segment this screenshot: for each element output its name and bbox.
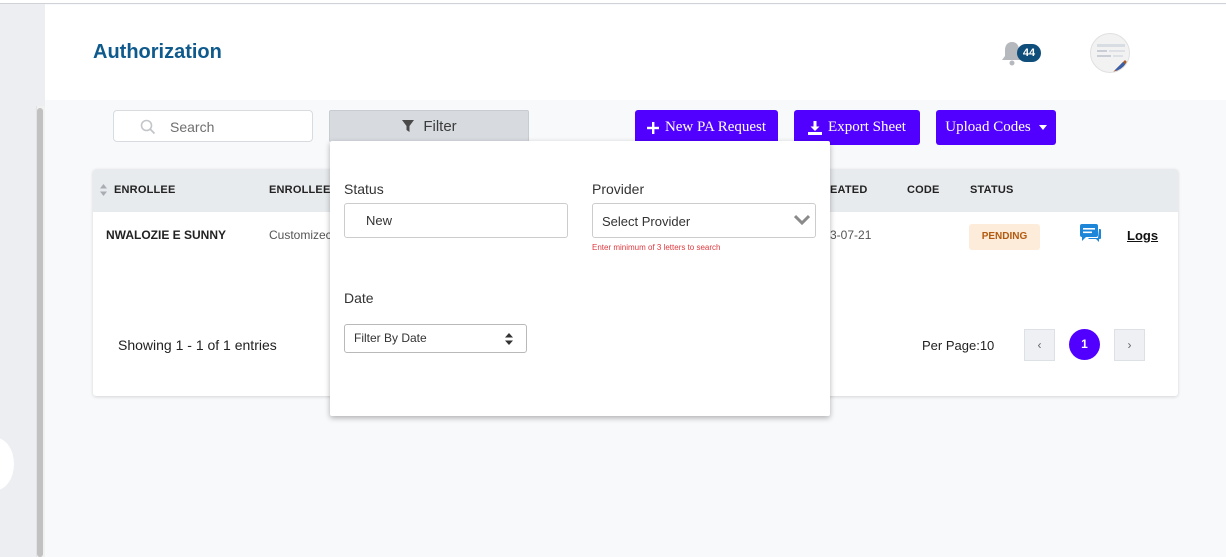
chat-icon[interactable]: [1079, 224, 1101, 244]
column-header-enrollee-id[interactable]: ENROLLEE I: [269, 184, 337, 196]
column-header-enrollee[interactable]: ENROLLEE: [114, 184, 176, 196]
page-header: [45, 5, 1226, 100]
download-icon: [808, 120, 823, 135]
status-badge: PENDING: [969, 224, 1040, 250]
column-header-created[interactable]: EATED: [830, 184, 867, 196]
entries-summary: Showing 1 - 1 of 1 entries: [118, 337, 277, 353]
date-filter-label: Date: [344, 290, 374, 306]
pagination-prev-button[interactable]: ‹: [1024, 329, 1055, 361]
provider-select[interactable]: Select Provider: [592, 203, 816, 238]
per-page-selector[interactable]: Per Page:10: [922, 338, 994, 353]
pagination-next-button[interactable]: ›: [1114, 329, 1145, 361]
notification-badge: 44: [1017, 44, 1041, 62]
export-sheet-button[interactable]: Export Sheet: [794, 110, 920, 145]
column-header-status[interactable]: STATUS: [970, 184, 1014, 196]
provider-hint: Enter minimum of 3 letters to search: [592, 243, 721, 252]
new-pa-request-label: New PA Request: [664, 119, 767, 135]
avatar[interactable]: [1090, 33, 1130, 73]
status-filter-input[interactable]: New: [344, 203, 568, 238]
page-title: Authorization: [93, 41, 222, 63]
cell-created-date: 3-07-21: [830, 228, 872, 242]
sort-icon[interactable]: [100, 184, 107, 196]
upload-codes-button[interactable]: Upload Codes: [936, 110, 1056, 145]
export-sheet-label: Export Sheet: [828, 119, 906, 135]
provider-filter-label: Provider: [592, 181, 645, 197]
upload-codes-label: Upload Codes: [945, 119, 1031, 135]
cell-enrollee-name: NWALOZIE E SUNNY: [106, 228, 227, 242]
search-box[interactable]: [113, 110, 313, 142]
filter-icon: [402, 120, 415, 132]
caret-down-icon: [1038, 125, 1047, 130]
cell-enrollee-id: Customizec: [269, 228, 332, 242]
updown-icon: [505, 333, 513, 345]
search-input[interactable]: [170, 117, 300, 137]
plus-icon: [646, 121, 659, 134]
pagination-page-1[interactable]: 1: [1069, 329, 1100, 360]
avatar-image: [1097, 44, 1129, 72]
filter-button-label: Filter: [423, 117, 457, 135]
filter-dropdown-panel: [330, 141, 830, 416]
logs-link[interactable]: Logs: [1127, 228, 1158, 243]
search-icon: [140, 119, 156, 135]
new-pa-request-button[interactable]: New PA Request: [635, 110, 778, 145]
scrollbar-thumb[interactable]: [37, 108, 43, 557]
date-filter-select[interactable]: Filter By Date: [344, 324, 527, 353]
status-filter-label: Status: [344, 181, 384, 197]
filter-button[interactable]: Filter: [329, 110, 529, 142]
chevron-down-icon: [794, 214, 810, 226]
top-border: [0, 0, 1226, 4]
column-header-code[interactable]: CODE: [907, 184, 940, 196]
